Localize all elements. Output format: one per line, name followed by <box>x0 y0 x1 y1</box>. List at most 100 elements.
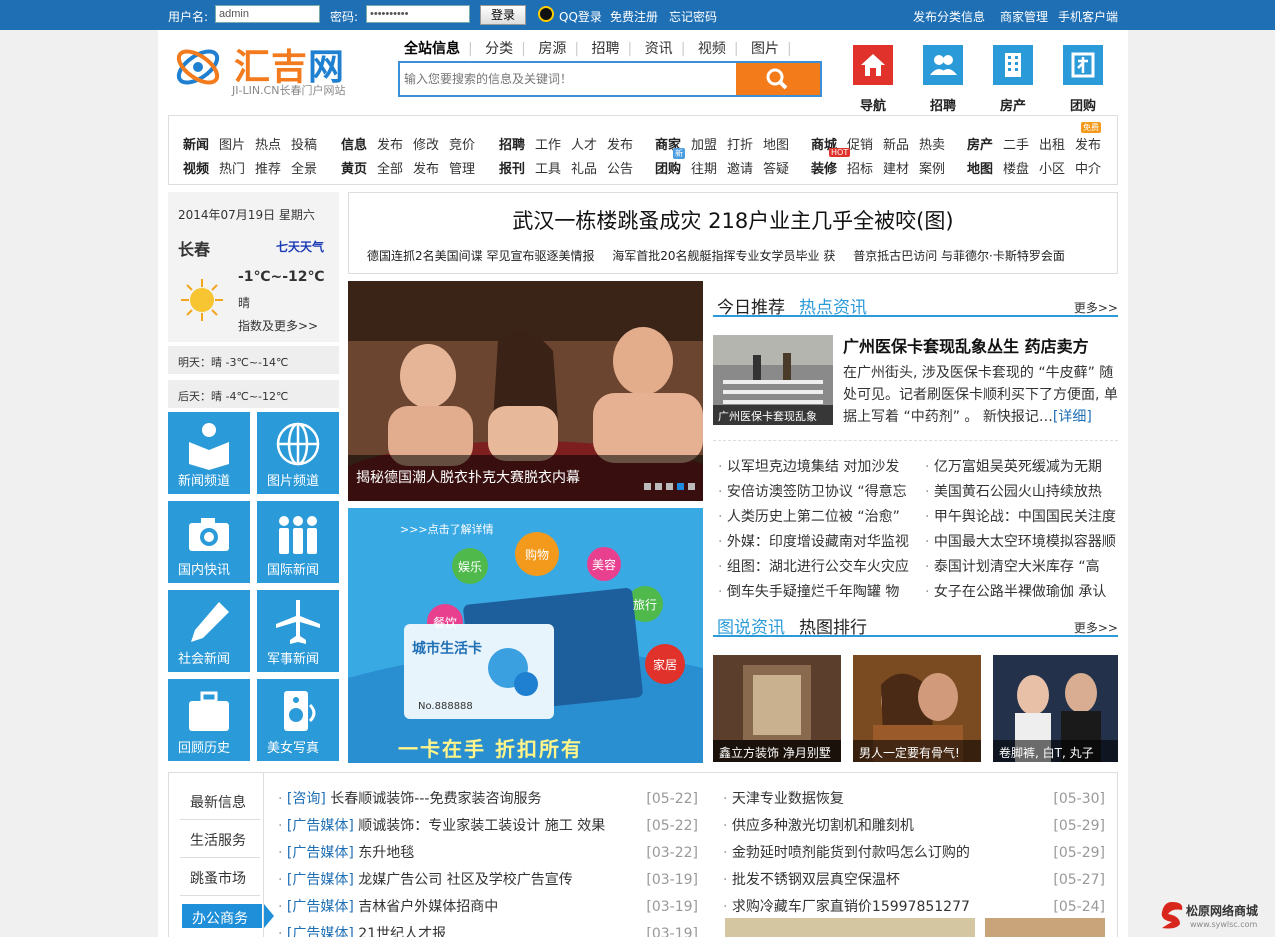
item-title[interactable]: 吉林省户外媒体招商中 <box>358 899 498 915</box>
cat-link[interactable]: 打折 <box>727 134 753 153</box>
tab-picture-news[interactable]: 图说资讯 <box>717 613 785 638</box>
item-tag[interactable]: [广告媒体] <box>287 926 354 937</box>
cat-link[interactable]: 团购 <box>655 162 681 177</box>
users-icon[interactable] <box>923 45 963 85</box>
cat-link[interactable]: 发布 <box>377 134 403 153</box>
item-title[interactable]: 供应多种激光切割机和雕刻机 <box>732 818 914 834</box>
tile-news[interactable]: 新闻频道 <box>168 412 250 494</box>
list-item[interactable]: 倒车失手疑撞烂千年陶罐 物 <box>718 580 918 605</box>
news-slideshow[interactable]: 揭秘德国潮人脱衣扑克大赛脱衣内幕 <box>348 281 703 501</box>
item-title[interactable]: 批发不锈钢双层真空保温杯 <box>732 872 900 888</box>
tile-beauty[interactable]: 美女写真 <box>257 679 339 761</box>
search-tab[interactable]: 图片 <box>751 41 779 57</box>
forgot-password-link[interactable]: 忘记密码 <box>669 8 717 25</box>
picture-thumb[interactable]: 卷脚裤, 白T, 丸子 <box>993 655 1118 762</box>
tab-today-recommend[interactable]: 今日推荐 <box>717 293 785 318</box>
cat-link[interactable]: 推荐 <box>255 158 281 177</box>
search-tab[interactable]: 视频 <box>698 41 726 57</box>
cat-link[interactable]: 出租 <box>1039 134 1065 153</box>
list-item[interactable]: 批发不锈钢双层真空保温杯 [05-27] <box>723 867 1105 894</box>
cat-link[interactable]: 新品 <box>883 134 909 153</box>
item-tag[interactable]: [咨询] <box>287 791 326 807</box>
tab-hot-pics[interactable]: 热图排行 <box>799 613 867 638</box>
username-input[interactable] <box>215 5 320 23</box>
banner-thumb[interactable] <box>985 918 1105 937</box>
list-item[interactable]: 以军坦克边境集结 对加沙发 <box>718 455 918 480</box>
picture-thumb[interactable]: 鑫立方装饰 净月别墅 <box>713 655 841 762</box>
cat-link[interactable]: 工作 <box>535 134 561 153</box>
city-card-ad[interactable]: >>>点击了解详情 娱乐 购物 美容 餐饮 旅行 家居 城市生活卡 No.888… <box>348 508 703 763</box>
list-item[interactable]: 亿万富姐吴英死缓减为无期 <box>925 455 1118 480</box>
slide-caption-text[interactable]: 揭秘德国潮人脱衣扑克大赛脱衣内幕 <box>356 470 580 486</box>
tile-pictures[interactable]: 图片频道 <box>257 412 339 494</box>
list-item[interactable]: 外媒：印度增设藏南对华监视 <box>718 530 918 555</box>
tile-military[interactable]: 军事新闻 <box>257 590 339 672</box>
password-input[interactable] <box>366 5 470 23</box>
item-tag[interactable]: [广告媒体] <box>287 872 354 888</box>
search-tab[interactable]: 资讯 <box>645 41 673 57</box>
cat-link[interactable]: 人才 <box>571 134 597 153</box>
list-item[interactable]: [广告媒体] 21世纪人才报 [03-19] <box>278 921 698 937</box>
tab-life-service[interactable]: 生活服务 <box>180 820 260 858</box>
cat-link[interactable]: 发布 <box>607 134 633 153</box>
home-nav-icon[interactable] <box>853 45 893 85</box>
slide-dot[interactable] <box>655 483 662 490</box>
cat-link[interactable]: 图片 <box>219 134 245 153</box>
list-item[interactable]: 泰国计划清空大米库存 “高 <box>925 555 1118 580</box>
picture-thumb[interactable]: 男人一定要有骨气! <box>853 655 981 762</box>
cat-link[interactable]: 报刊 <box>499 162 525 177</box>
hot-news-title[interactable]: 广州医保卡套现乱象丛生 药店卖方 <box>843 333 1089 357</box>
list-item[interactable]: 安倍访澳签防卫协议 “得意忘 <box>718 480 918 505</box>
mobile-client-link[interactable]: 手机客户端 <box>1058 8 1118 25</box>
detail-link[interactable]: [详细] <box>1053 409 1092 425</box>
item-title[interactable]: 求购冷藏车厂家直销价15997851277 <box>732 899 970 915</box>
list-item[interactable]: 供应多种激光切割机和雕刻机 [05-29] <box>723 813 1105 840</box>
slide-dot-active[interactable] <box>677 483 684 490</box>
cat-link[interactable]: 信息 <box>341 138 367 153</box>
cat-link[interactable]: 往期 <box>691 158 717 177</box>
banner-thumb[interactable] <box>725 918 975 937</box>
weather-more-link[interactable]: 指数及更多>> <box>238 317 318 334</box>
cat-link[interactable]: 工具 <box>535 158 561 177</box>
list-item[interactable]: [广告媒体] 东升地毯 [03-22] <box>278 840 698 867</box>
cat-link[interactable]: 黄页 <box>341 162 367 177</box>
building-icon[interactable] <box>993 45 1033 85</box>
list-item[interactable]: 甲午舆论战：中国国民关注度 <box>925 505 1118 530</box>
list-item[interactable]: 中国最大太空环境模拟容器顺 <box>925 530 1118 555</box>
list-item[interactable]: [咨询] 长春顺诚装饰---免费家装咨询服务 [05-22] <box>278 786 698 813</box>
cat-link[interactable]: 邀请 <box>727 158 753 177</box>
group-buy-icon[interactable] <box>1063 45 1103 85</box>
item-title[interactable]: 东升地毯 <box>358 845 414 861</box>
quick-jobs-label[interactable]: 招聘 <box>930 95 956 114</box>
cat-link[interactable]: 中介 <box>1075 158 1101 177</box>
logo-icon[interactable] <box>172 42 224 92</box>
item-title[interactable]: 21世纪人才报 <box>358 926 446 937</box>
list-item[interactable]: 女子在公路半裸做瑜伽 承认 <box>925 580 1118 605</box>
cat-link[interactable]: 装修 <box>811 162 837 177</box>
tile-international[interactable]: 国际新闻 <box>257 501 339 583</box>
cat-link[interactable]: 投稿 <box>291 134 317 153</box>
list-item[interactable]: [广告媒体] 龙媒广告公司 社区及学校广告宣传 [03-19] <box>278 867 698 894</box>
list-item[interactable]: [广告媒体] 吉林省户外媒体招商中 [03-19] <box>278 894 698 921</box>
slide-dot[interactable] <box>666 483 673 490</box>
cat-link[interactable]: 热卖 <box>919 134 945 153</box>
hot-news-image[interactable]: 广州医保卡套现乱象 <box>713 335 833 425</box>
headline-title[interactable]: 武汉一栋楼跳蚤成灾 218户业主几乎全被咬(图) <box>349 205 1117 235</box>
ad-more-link[interactable]: >>>点击了解详情 <box>400 521 494 537</box>
cat-link[interactable]: 地图 <box>763 134 789 153</box>
tab-flea-market[interactable]: 跳蚤市场 <box>180 858 260 896</box>
search-button[interactable] <box>736 63 820 95</box>
tab-latest-info[interactable]: 最新信息 <box>180 782 260 820</box>
cat-link[interactable]: 全景 <box>291 158 317 177</box>
cat-link[interactable]: 招聘 <box>499 138 525 153</box>
cat-link[interactable]: 管理 <box>449 158 475 177</box>
slide-dot[interactable] <box>688 483 695 490</box>
cat-link[interactable]: 加盟 <box>691 134 717 153</box>
headline-sub-link[interactable]: 德国连抓2名美国间谍 罕见宣布驱逐美情报 <box>367 249 594 263</box>
list-item[interactable]: 求购冷藏车厂家直销价15997851277 [05-24] <box>723 894 1105 921</box>
merchant-admin-link[interactable]: 商家管理 <box>1000 8 1048 25</box>
cat-link[interactable]: 竞价 <box>449 134 475 153</box>
cat-link[interactable]: 房产 <box>967 138 993 153</box>
search-tab[interactable]: 分类 <box>485 41 513 57</box>
cat-link[interactable]: 地图 <box>967 162 993 177</box>
